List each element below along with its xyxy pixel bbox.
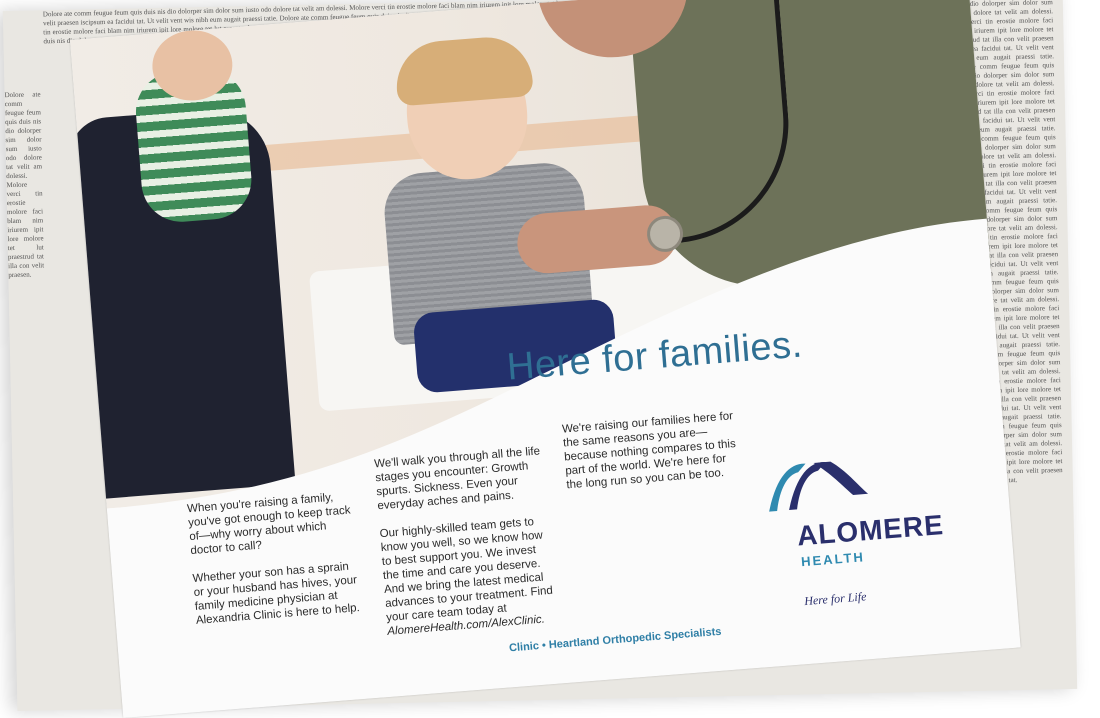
alomere-mark-icon	[769, 461, 869, 512]
body-column-1: When you're raising a family, you've got…	[187, 489, 362, 642]
column3-paragraph-1: We're raising our families here for the …	[561, 410, 737, 492]
column2-paragraph-1: We'll walk you through all the life stag…	[373, 445, 541, 513]
column1-paragraph-1: When you're raising a family, you've got…	[186, 491, 351, 558]
alomere-logo: ALOMERE HEALTH Here for Life	[755, 442, 967, 617]
body-column-3: We're raising our families here for the …	[562, 409, 743, 506]
body-column-2: We'll walk you through all the life stag…	[374, 444, 559, 653]
brand-subtitle: HEALTH	[800, 549, 866, 570]
column2-paragraph-2: Our highly-skilled team gets to know you…	[379, 514, 557, 639]
advertisement-panel: Here for families. When you're raising a…	[70, 0, 1021, 718]
newsprint-texture-left: Dolore ate comm feugue feum quis duis ni…	[4, 90, 45, 280]
brand-tagline: Here for Life	[803, 589, 867, 609]
column1-paragraph-2: Whether your son has a sprain or your hu…	[192, 560, 361, 627]
column2-paragraph-2-text: Our highly-skilled team gets to know you…	[379, 516, 554, 624]
brand-name: ALOMERE	[795, 508, 945, 552]
